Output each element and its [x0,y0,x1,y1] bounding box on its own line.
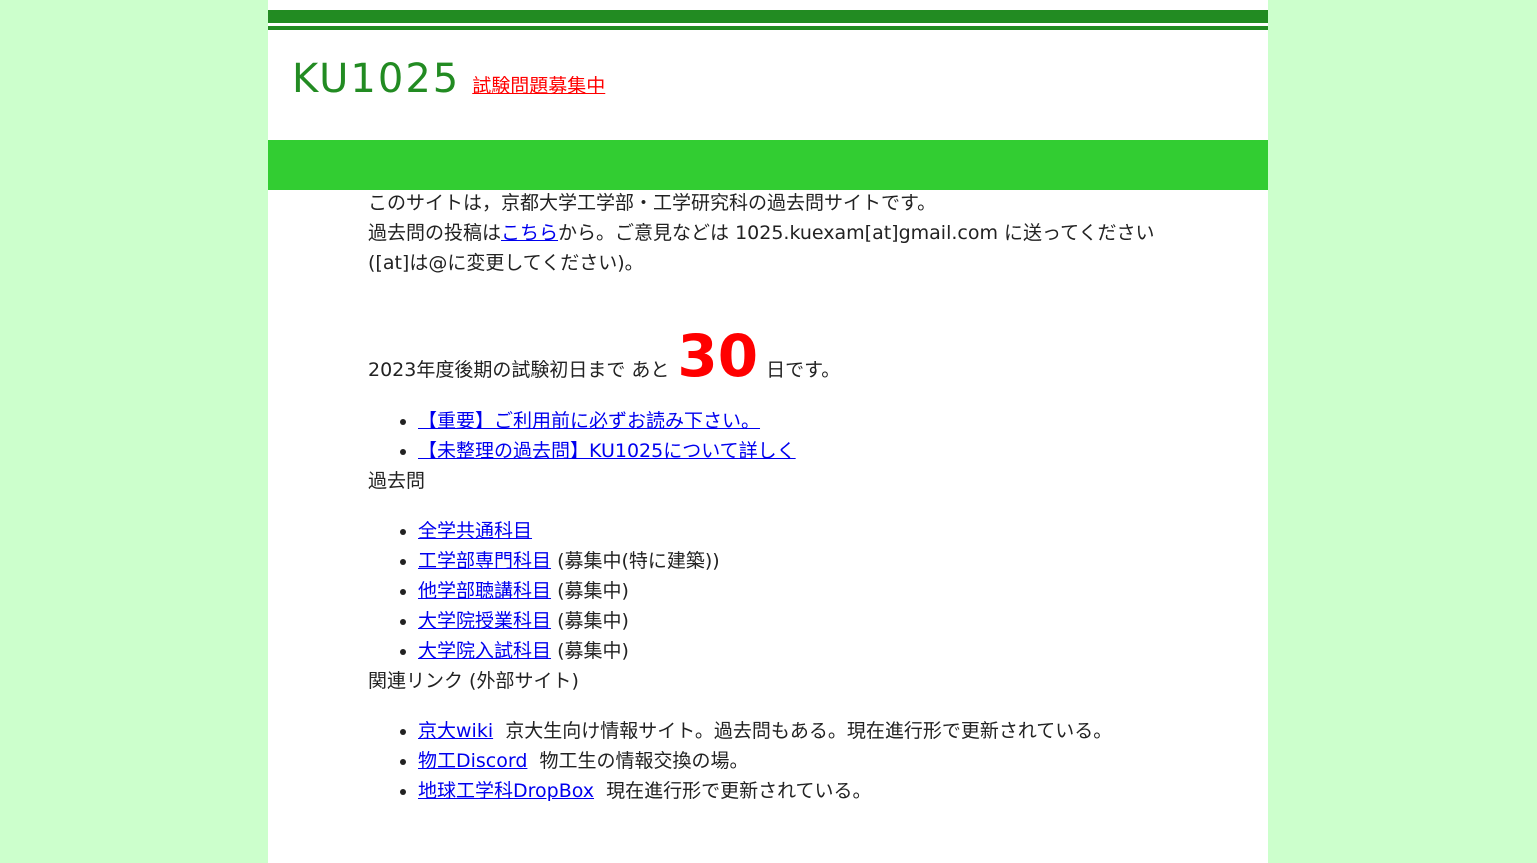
related-links-heading: 関連リンク (外部サイト) [368,670,579,692]
intro-line-2: 過去問の投稿はこちらから。ご意見などは 1025.kuexam[at]gmail… [368,218,1168,278]
list-item: 他学部聴講科目 (募集中) [418,576,1168,606]
submit-exam-link[interactable]: こちら [501,222,558,244]
header-green-bar [268,140,1268,190]
header-top-rule [268,10,1268,23]
past-exams-list: 全学共通科目 工学部専門科目 (募集中(特に建築)) 他学部聴講科目 (募集中)… [368,516,1168,666]
countdown-prefix: 2023年度後期の試験初日まで あと [368,359,670,381]
item-note: (募集中) [557,580,629,602]
page-container: KU1025 試験問題募集中 このサイトは，京都大学工学部・工学研究科の過去問サ… [268,0,1268,863]
list-item: 【未整理の過去問】KU1025について詳しく [418,436,1168,466]
item-note: (募集中) [557,610,629,632]
list-item: 物工Discord 物工生の情報交換の場。 [418,746,1168,776]
list-item: 地球工学科DropBox 現在進行形で更新されている。 [418,776,1168,806]
engineering-subjects-link[interactable]: 工学部専門科目 [418,550,551,572]
other-faculty-subjects-link[interactable]: 他学部聴講科目 [418,580,551,602]
link-description: 現在進行形で更新されている。 [606,780,872,802]
list-item: 【重要】ご利用前に必ずお読み下さい。 [418,406,1168,436]
exam-countdown: 2023年度後期の試験初日まで あと 30 日です。 [368,326,1168,386]
notice-list: 【重要】ご利用前に必ずお読み下さい。 【未整理の過去問】KU1025について詳し… [368,406,1168,466]
earth-engineering-dropbox-link[interactable]: 地球工学科DropBox [418,780,594,802]
recruit-exams-link[interactable]: 試験問題募集中 [472,71,605,98]
countdown-suffix: 日です。 [766,359,841,381]
site-header: KU1025 試験問題募集中 [292,56,605,110]
main-content: このサイトは，京都大学工学部・工学研究科の過去問サイトです。 過去問の投稿はこち… [368,188,1168,806]
intro-line-2-prefix: 過去問の投稿は [368,222,502,244]
header-thin-rule [268,26,1268,30]
unsorted-exams-link[interactable]: 【未整理の過去問】KU1025について詳しく [418,440,796,462]
general-subjects-link[interactable]: 全学共通科目 [418,520,532,542]
intro-line-1: このサイトは，京都大学工学部・工学研究科の過去問サイトです。 [368,192,937,214]
item-note: (募集中(特に建築)) [557,550,720,572]
link-description: 京大生向け情報サイト。過去問もある。現在進行形で更新されている。 [505,720,1113,742]
list-item: 全学共通科目 [418,516,1168,546]
graduate-entrance-link[interactable]: 大学院入試科目 [418,640,551,662]
physics-discord-link[interactable]: 物工Discord [418,750,527,772]
important-notice-link[interactable]: 【重要】ご利用前に必ずお読み下さい。 [418,410,760,432]
past-exams-heading: 過去問 [368,470,426,492]
graduate-courses-link[interactable]: 大学院授業科目 [418,610,551,632]
list-item: 工学部専門科目 (募集中(特に建築)) [418,546,1168,576]
related-links-list: 京大wiki 京大生向け情報サイト。過去問もある。現在進行形で更新されている。 … [368,716,1168,806]
kyodai-wiki-link[interactable]: 京大wiki [418,720,493,742]
site-title: KU1025 [292,56,461,102]
list-item: 大学院入試科目 (募集中) [418,636,1168,666]
countdown-days: 30 [677,322,759,390]
list-item: 京大wiki 京大生向け情報サイト。過去問もある。現在進行形で更新されている。 [418,716,1168,746]
item-note: (募集中) [557,640,629,662]
list-item: 大学院授業科目 (募集中) [418,606,1168,636]
link-description: 物工生の情報交換の場。 [539,750,749,772]
